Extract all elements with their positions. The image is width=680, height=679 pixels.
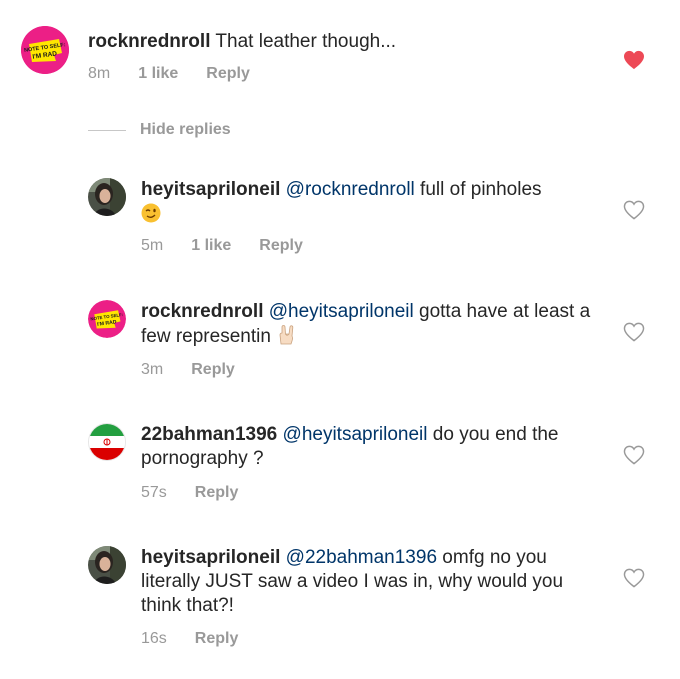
- comment-meta: 5m 1 like Reply: [141, 236, 303, 256]
- avatar[interactable]: [88, 423, 126, 461]
- profile-photo-icon: [88, 546, 126, 584]
- heart-outline-icon[interactable]: [623, 445, 645, 465]
- heart-outline-icon[interactable]: [623, 322, 645, 342]
- note-to-self-logo-icon: NOTE TO SELF: I'M RAD: [21, 26, 69, 74]
- reply-button[interactable]: Reply: [191, 360, 235, 380]
- comment-text: rocknrednroll That leather though...: [88, 30, 608, 54]
- reply-button[interactable]: Reply: [195, 483, 239, 503]
- reply-button[interactable]: Reply: [206, 64, 250, 84]
- mention-link[interactable]: @rocknrednroll: [286, 179, 415, 200]
- comment-text: rocknrednroll @heyitsapriloneil gotta ha…: [141, 300, 601, 349]
- divider-line: [88, 130, 126, 131]
- sign-of-horns-icon: [279, 325, 294, 345]
- username[interactable]: heyitsapriloneil: [141, 179, 280, 200]
- comment-text: 22bahman1396 @heyitsapriloneil do you en…: [141, 423, 601, 471]
- timestamp: 3m: [141, 361, 164, 378]
- username[interactable]: heyitsapriloneil: [141, 547, 280, 568]
- likes-count[interactable]: 1 like: [191, 236, 231, 256]
- timestamp: 57s: [141, 484, 167, 501]
- mention-link[interactable]: @heyitsapriloneil: [269, 301, 414, 322]
- heart-outline-icon[interactable]: [623, 568, 645, 588]
- username[interactable]: rocknrednroll: [88, 31, 210, 52]
- hide-replies-label: Hide replies: [140, 121, 231, 138]
- winking-face-icon: [141, 203, 161, 223]
- likes-count[interactable]: 1 like: [138, 64, 178, 84]
- comment-1: NOTE TO SELF: I'M RAD rocknrednroll That…: [0, 0, 680, 110]
- heart-outline-icon[interactable]: [623, 200, 645, 220]
- avatar[interactable]: [88, 178, 126, 216]
- comment-reply-3: 22bahman1396 @heyitsapriloneil do you en…: [0, 415, 680, 515]
- username[interactable]: 22bahman1396: [141, 424, 277, 445]
- comment-body: full of pinholes: [414, 179, 542, 200]
- comment-text: heyitsapriloneil @rocknrednroll full of …: [141, 178, 601, 226]
- timestamp: 16s: [141, 630, 167, 647]
- avatar[interactable]: NOTE TO SELF: I'M RAD: [88, 300, 126, 338]
- timestamp: 8m: [88, 65, 111, 82]
- reply-button[interactable]: Reply: [259, 236, 303, 256]
- mention-link[interactable]: @22bahman1396: [286, 547, 437, 568]
- iran-flag-icon: [89, 424, 125, 460]
- avatar[interactable]: [88, 546, 126, 584]
- comment-meta: 16s Reply: [141, 629, 238, 649]
- mention-link[interactable]: @heyitsapriloneil: [283, 424, 428, 445]
- reply-button[interactable]: Reply: [195, 629, 239, 649]
- comment-text: heyitsapriloneil @22bahman1396 omfg no y…: [141, 546, 596, 618]
- avatar[interactable]: NOTE TO SELF: I'M RAD: [21, 26, 69, 74]
- comment-meta: 57s Reply: [141, 483, 238, 503]
- comment-reply-4: heyitsapriloneil @22bahman1396 omfg no y…: [0, 538, 680, 668]
- comment-reply-2: NOTE TO SELF: I'M RAD rocknrednroll @hey…: [0, 292, 680, 392]
- comment-body: That leather though...: [210, 31, 397, 52]
- comment-meta: 3m Reply: [141, 360, 235, 380]
- timestamp: 5m: [141, 237, 164, 254]
- comment-meta: 8m 1 like Reply: [88, 64, 250, 84]
- profile-photo-icon: [88, 178, 126, 216]
- comment-reply-1: heyitsapriloneil @rocknrednroll full of …: [0, 170, 680, 270]
- note-to-self-logo-icon: NOTE TO SELF: I'M RAD: [88, 300, 126, 338]
- heart-filled-icon[interactable]: [623, 50, 645, 70]
- username[interactable]: rocknrednroll: [141, 301, 263, 322]
